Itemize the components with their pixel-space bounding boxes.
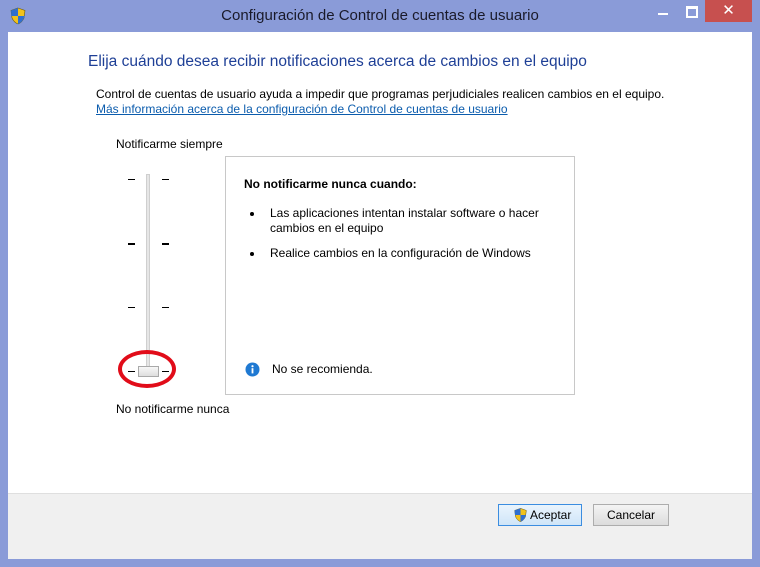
slider-tick [128,307,135,308]
accept-button[interactable]: Aceptar [498,504,582,526]
slider-tick [162,179,169,180]
more-info-link[interactable]: Más información acerca de la configuraci… [96,102,508,116]
slider-tick [162,243,169,245]
dialog-footer [8,493,752,559]
slider-tick [128,179,135,180]
recommendation-note: No se recomienda. [272,362,373,376]
accept-button-label: Aceptar [530,508,572,522]
level-description-panel: No notificarme nunca cuando: Las aplicac… [225,156,575,395]
title-bar[interactable]: Configuración de Control de cuentas de u… [0,0,760,32]
close-icon: ✕ [722,1,735,19]
notification-level-slider[interactable] [146,174,150,372]
list-item: Las aplicaciones intentan instalar softw… [250,206,552,236]
cancel-button[interactable]: Cancelar [593,504,669,526]
panel-title: No notificarme nunca cuando: [244,177,417,191]
minimize-button[interactable] [649,0,677,22]
highlight-circle [118,350,176,388]
page-heading: Elija cuándo desea recibir notificacione… [88,53,587,70]
uac-settings-window: Configuración de Control de cuentas de u… [0,0,760,567]
maximize-button[interactable] [677,0,705,22]
window-title: Configuración de Control de cuentas de u… [221,7,539,24]
description-text: Control de cuentas de usuario ayuda a im… [96,87,665,101]
close-button[interactable]: ✕ [705,0,752,22]
slider-bottom-label: No notificarme nunca [116,402,230,416]
info-icon [245,362,260,377]
uac-shield-icon [514,508,527,522]
slider-top-label: Notificarme siempre [116,137,223,151]
list-item: Realice cambios en la configuración de W… [250,246,552,261]
slider-tick [128,243,135,245]
slider-tick [162,307,169,308]
